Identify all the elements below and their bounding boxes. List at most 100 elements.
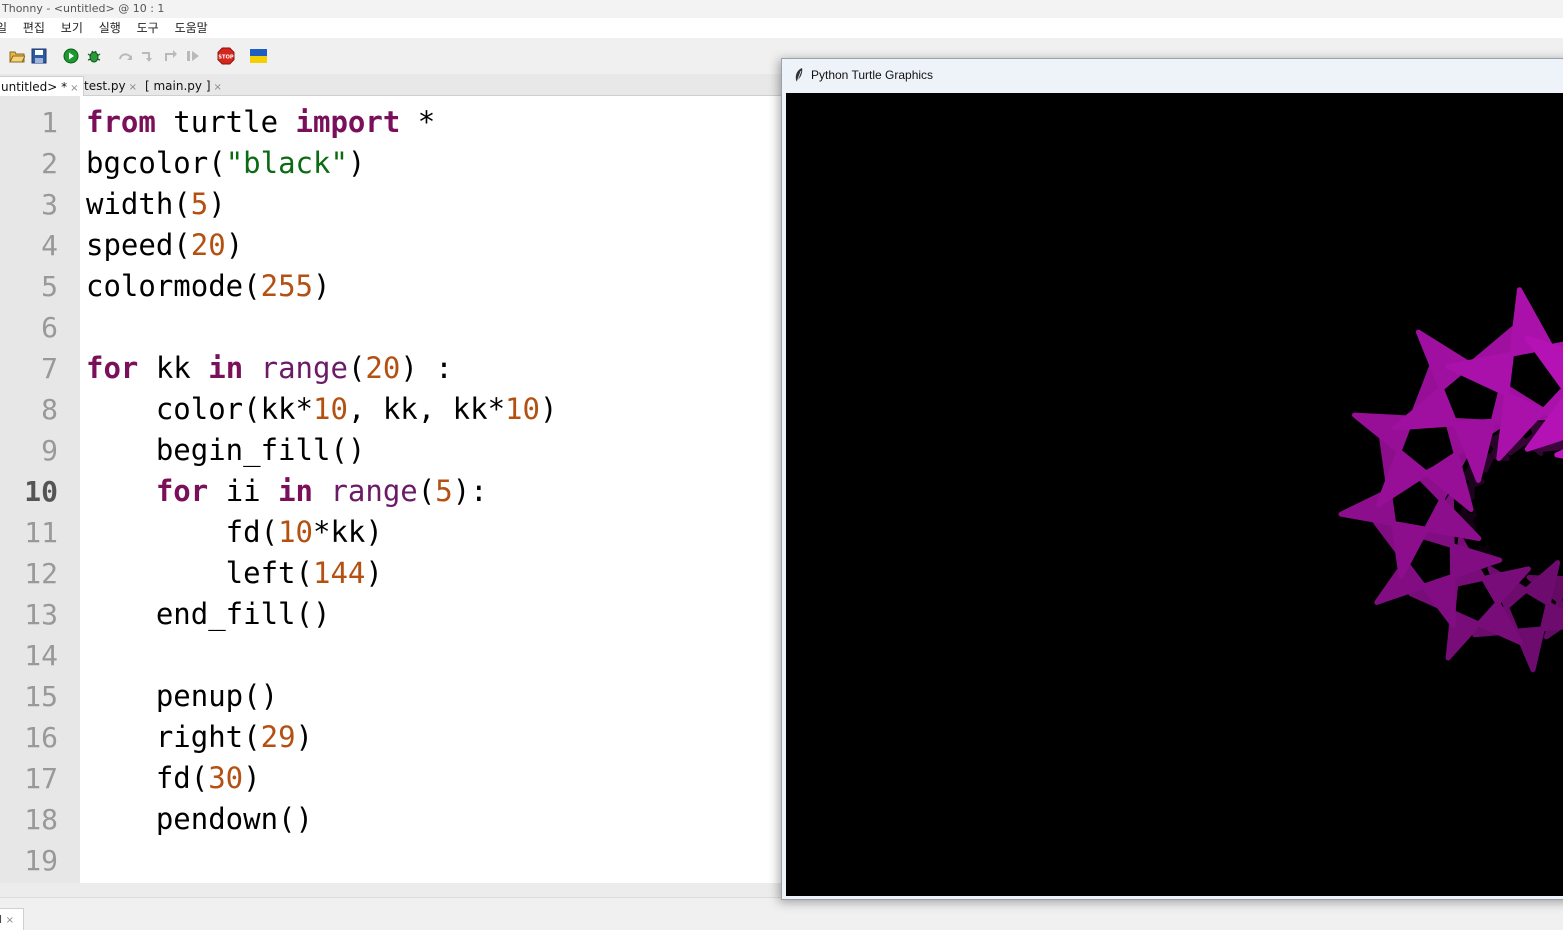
code-line[interactable]: width(5) [86, 184, 557, 225]
menu-run[interactable]: 실행 [99, 18, 121, 38]
code-line[interactable]: for ii in range(5): [86, 471, 557, 512]
code-line[interactable]: begin_fill() [86, 430, 557, 471]
code-line[interactable] [86, 840, 557, 881]
code-token: left( [86, 556, 313, 590]
horizontal-scrollbar[interactable] [0, 883, 790, 897]
menu-help[interactable]: 도움말 [175, 18, 208, 38]
line-number: 19 [24, 844, 58, 877]
code-token: 10 [278, 515, 313, 549]
line-number: 18 [24, 803, 58, 836]
line-number: 3 [41, 188, 58, 221]
code-token: in [278, 474, 313, 508]
code-token: 20 [365, 351, 401, 385]
tab-main-py[interactable]: [ main.py ] × [141, 76, 226, 96]
code-line[interactable]: color(kk*10, kk, kk*10) [86, 389, 558, 430]
tab-untitled[interactable]: untitled> * × [0, 76, 84, 96]
code-token: * [400, 105, 436, 139]
menu-bar: 일 편집 보기 실행 도구 도움말 [0, 18, 1563, 38]
code-line[interactable]: from turtle import * [86, 102, 557, 143]
menu-file[interactable]: 일 [0, 18, 7, 38]
line-number: 7 [41, 352, 58, 385]
code-line[interactable]: bgcolor("black") [86, 143, 557, 184]
debug-icon[interactable] [86, 48, 102, 64]
code-line[interactable]: for kk in range(20) : [86, 348, 557, 389]
code-token: 30 [208, 761, 244, 795]
close-icon[interactable]: × [129, 82, 137, 93]
line-number: 5 [41, 270, 58, 303]
stop-icon-label: STOP [218, 54, 234, 60]
menu-edit[interactable]: 편집 [23, 18, 45, 38]
code-line[interactable]: speed(20) [86, 225, 557, 266]
close-icon[interactable]: × [214, 82, 222, 93]
turtle-drawing [1338, 287, 1563, 673]
code-token: ) : [400, 351, 453, 385]
code-token: 255 [260, 269, 313, 303]
close-icon[interactable]: × [6, 915, 14, 926]
code-line[interactable]: fd(10*kk) [86, 512, 557, 553]
code-text[interactable]: from turtle import * bgcolor("black") widt… [86, 102, 557, 881]
line-number: 1 [41, 106, 58, 139]
code-token: ) [225, 228, 244, 262]
step-out-icon[interactable] [163, 48, 179, 64]
tab-test-py[interactable]: test.py × [80, 76, 141, 96]
code-token: 5 [190, 187, 209, 221]
code-token: 29 [260, 720, 296, 754]
turtle-canvas[interactable] [786, 93, 1563, 896]
code-token: turtle [155, 105, 296, 139]
line-number: 15 [24, 680, 58, 713]
code-token: ) [208, 187, 226, 221]
stop-icon[interactable]: STOP [217, 47, 235, 65]
editor-tabs: untitled> * × test.py × [ main.py ] × [0, 74, 790, 96]
code-line[interactable]: right(29) [86, 717, 557, 758]
line-number: 16 [24, 721, 58, 754]
ukraine-flag-icon[interactable] [250, 49, 267, 63]
tab-label: test.py [84, 79, 126, 93]
tab-label: [ main.py ] [145, 79, 211, 93]
code-token: speed( [86, 228, 191, 262]
code-line[interactable]: colormode(255) [86, 266, 557, 307]
tab-label: untitled> * [1, 80, 68, 94]
code-token: fd( [86, 515, 279, 549]
code-token: end_fill() [86, 597, 331, 631]
code-token: , kk, kk* [347, 392, 506, 426]
step-into-icon[interactable] [140, 48, 156, 64]
code-token: 10 [505, 392, 540, 426]
code-token: "black" [225, 146, 348, 180]
code-token: import [295, 105, 401, 139]
code-token: for [86, 351, 139, 385]
code-token: pendown() [86, 802, 313, 836]
menu-view[interactable]: 보기 [61, 18, 83, 38]
code-line[interactable] [86, 307, 557, 348]
code-token: from [86, 105, 156, 139]
menu-tools[interactable]: 도구 [137, 18, 159, 38]
run-icon[interactable] [63, 48, 79, 64]
code-line[interactable]: fd(30) [86, 758, 557, 799]
tab-label: l [0, 913, 3, 926]
tab-shell[interactable]: l × [0, 908, 24, 930]
line-number: 8 [41, 393, 58, 426]
code-line[interactable]: end_fill() [86, 594, 557, 635]
code-token: ) [295, 720, 313, 754]
line-number: 12 [24, 557, 58, 590]
code-line[interactable]: left(144) [86, 553, 557, 594]
resume-icon[interactable] [185, 48, 201, 64]
code-editor[interactable]: 1 2 3 4 5 6 7 8 9 10 11 12 13 14 15 16 17 18 19 from turtl… [0, 96, 790, 883]
code-token: 20 [190, 228, 226, 262]
code-token: ) [347, 146, 366, 180]
line-number: 10 [24, 475, 58, 508]
code-line[interactable]: penup() [86, 676, 557, 717]
code-token: width( [86, 187, 191, 221]
save-icon[interactable] [31, 48, 47, 64]
step-over-icon[interactable] [118, 48, 134, 64]
code-token: 144 [312, 556, 366, 590]
code-token: color(kk* [86, 392, 313, 426]
line-number: 17 [24, 762, 58, 795]
code-line[interactable] [86, 635, 557, 676]
open-icon[interactable] [9, 48, 25, 64]
code-token: ) [365, 556, 383, 590]
window-title: Thonny - <untitled> @ 10 : 1 [0, 0, 1563, 18]
code-line[interactable]: pendown() [86, 799, 557, 840]
close-icon[interactable]: × [70, 83, 78, 94]
